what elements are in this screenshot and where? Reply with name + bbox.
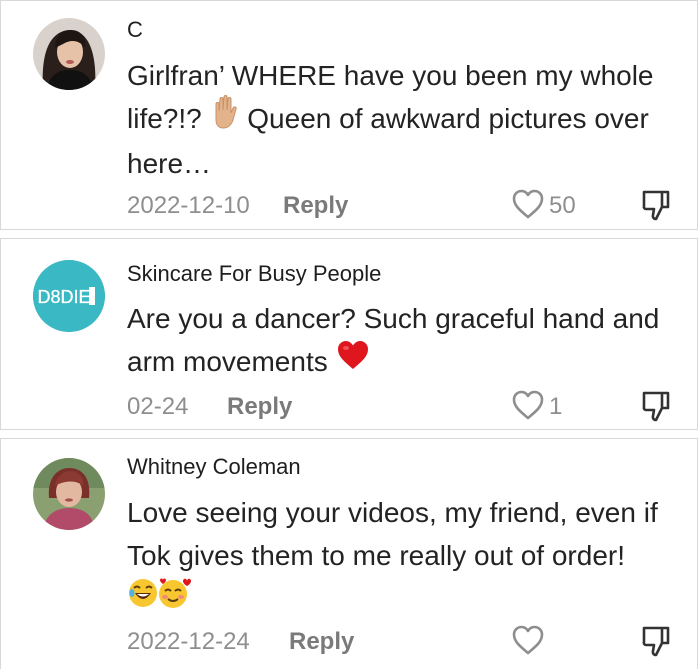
comment-feed: C Girlfran’ WHERE have you been my whole… (0, 0, 700, 669)
reply-button[interactable]: Reply (289, 628, 354, 656)
heart-outline-icon (512, 625, 544, 655)
reply-button[interactable]: Reply (283, 192, 348, 220)
comment-text: Girlfran’ WHERE have you been my whole l… (127, 54, 672, 185)
comment-text-part: Are you a dancer? Such graceful hand and… (127, 303, 660, 377)
dislike-button[interactable] (640, 389, 672, 423)
comment-date: 02-24 (127, 393, 189, 420)
woman-portrait-avatar-icon (33, 458, 105, 530)
thumbs-down-icon (642, 391, 670, 422)
raised-hand-emoji-icon (210, 94, 240, 142)
thumbs-down-icon (642, 626, 670, 657)
thumbs-down-icon (642, 190, 670, 221)
teal-logo-avatar-icon: D8DIE (33, 260, 105, 332)
comment-card: D8DIE Skincare For Busy People Are you a… (0, 238, 698, 430)
comment-date: 2022-12-10 (127, 192, 250, 219)
comment-text-part: Love seeing your videos, my friend, even… (127, 497, 658, 571)
heart-outline-icon (512, 189, 544, 219)
comment-username[interactable]: Whitney Coleman (127, 454, 301, 480)
like-count: 1 (549, 393, 563, 420)
red-heart-emoji-icon (336, 339, 370, 383)
laughing-and-smiling-hearts-emoji-icon (127, 575, 191, 621)
reply-button[interactable]: Reply (227, 393, 292, 421)
comment-text: Love seeing your videos, my friend, even… (127, 491, 672, 621)
comment-text: Are you a dancer? Such graceful hand and… (127, 297, 672, 383)
dislike-button[interactable] (640, 624, 672, 658)
comment-meta: 2022-12-24 Reply (127, 624, 677, 658)
comment-username[interactable]: C (127, 17, 143, 43)
comment-meta: 02-24 Reply 1 (127, 389, 677, 423)
comment-username[interactable]: Skincare For Busy People (127, 261, 381, 287)
comment-meta: 2022-12-10 Reply 50 (127, 188, 677, 222)
woman-selfie-avatar-icon (33, 18, 105, 90)
like-count: 50 (549, 192, 576, 219)
heart-outline-icon (512, 390, 544, 420)
comment-card: Whitney Coleman Love seeing your videos,… (0, 438, 698, 669)
logo-text: D8DIE (37, 287, 90, 307)
avatar[interactable]: D8DIE (33, 260, 105, 332)
dislike-button[interactable] (640, 188, 672, 222)
comment-date: 2022-12-24 (127, 628, 250, 655)
avatar[interactable] (33, 458, 105, 530)
avatar[interactable] (33, 18, 105, 90)
comment-card: C Girlfran’ WHERE have you been my whole… (0, 0, 698, 230)
